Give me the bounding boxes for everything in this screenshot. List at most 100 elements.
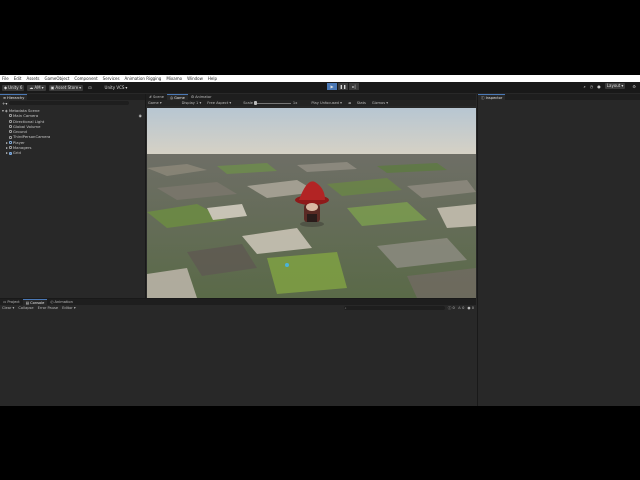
asset-store-label: Asset Store <box>55 84 79 90</box>
console-panel: ▭ Project ▤ Console ◴ Animation Clear ▾ … <box>0 298 476 406</box>
gameobject-icon <box>9 125 12 129</box>
layout-dropdown[interactable]: Layout ▾ <box>604 83 626 89</box>
menu-gameobject[interactable]: GameObject <box>44 75 69 82</box>
collab-button[interactable]: ⊡ <box>86 85 93 91</box>
console-toolbar: Clear ▾ Collapse Error Pause Editor ▾ ⌕ … <box>0 305 476 311</box>
clear-label: Clear <box>2 306 12 310</box>
asset-store-button[interactable]: ▣ Asset Store ▾ <box>48 84 84 91</box>
tab-hierarchy[interactable]: ≡ Hierarchy <box>0 94 28 100</box>
display-label: Display 1 <box>181 101 199 105</box>
user-button[interactable]: ☁ AM ▾ <box>27 84 46 91</box>
play-controls: ▶ ❚❚ ▸| <box>327 83 359 90</box>
gameobject-icon <box>9 135 12 139</box>
chevron-down-icon: ▾ <box>41 84 44 90</box>
store-icon: ▣ <box>50 84 55 90</box>
unity-editor-window: File Edit Assets GameObject Component Se… <box>0 75 640 406</box>
gameobject-icon <box>8 146 12 150</box>
menu-file[interactable]: File <box>2 75 9 82</box>
inspector-panel: ⓘ Inspector <box>477 94 640 406</box>
tab-game[interactable]: ◎ Game <box>166 94 188 100</box>
tab-project[interactable]: ▭ Project <box>0 299 23 305</box>
aspect-dropdown[interactable]: Free Aspect ▾ <box>207 101 231 105</box>
tab-label: Inspector <box>485 95 503 100</box>
scale-handle[interactable] <box>253 101 257 105</box>
user-badge: AM <box>34 84 41 90</box>
log-count-value: 0 <box>452 305 455 310</box>
account-label: Unity 6 <box>8 84 23 90</box>
menu-services[interactable]: Services <box>103 75 120 82</box>
tab-label: Game <box>174 95 185 100</box>
error-count-value: 0 <box>471 306 474 310</box>
prefab-icon <box>8 140 12 144</box>
visibility-icon[interactable]: ◉ <box>139 113 142 118</box>
menu-bar: File Edit Assets GameObject Component Se… <box>0 75 640 82</box>
console-right-tools: ⌕ ⓘ 0 ⚠ 0 ● 0 <box>343 306 474 311</box>
scene-icon: # <box>149 95 153 99</box>
gizmos-dropdown[interactable]: Gizmos ▾ <box>372 101 388 105</box>
scale-label: Scale <box>243 101 253 105</box>
tab-console[interactable]: ▤ Console <box>22 299 48 305</box>
prefab-icon <box>8 151 12 155</box>
menu-mixamo[interactable]: Mixamo <box>166 75 182 82</box>
menu-help[interactable]: Help <box>208 75 217 82</box>
menu-edit[interactable]: Edit <box>14 75 22 82</box>
menu-assets[interactable]: Assets <box>26 75 39 82</box>
gizmos-label: Gizmos <box>371 101 386 105</box>
menu-animation-rigging[interactable]: Animation Rigging <box>125 75 162 82</box>
history-icon[interactable]: ◷ <box>590 84 594 89</box>
scale-value: 1x <box>292 101 298 105</box>
tab-label: Hierarchy <box>7 95 25 100</box>
stats-button[interactable]: Stats <box>357 101 366 105</box>
game-mode-dropdown[interactable]: Game ▾ <box>148 101 162 105</box>
gamepad-icon: ◎ <box>169 95 174 100</box>
game-viewport[interactable] <box>147 108 476 298</box>
hierarchy-item-grid[interactable]: ▸ Grid <box>2 150 145 155</box>
settings-icon[interactable]: ⚙ <box>632 84 636 89</box>
folder-icon: ▭ <box>3 300 7 304</box>
step-button[interactable]: ▸| <box>349 83 359 90</box>
hierarchy-tree: ▾ ◈ Metadata Scene Main Camera ◉ Directi… <box>0 106 145 156</box>
tab-label: Console <box>30 300 45 305</box>
add-icon[interactable]: +▾ <box>2 101 7 106</box>
play-mode-dropdown[interactable]: Play Unfocused ▾ <box>311 101 342 105</box>
collab-icon: ⊡ <box>88 84 92 90</box>
cloud-icon: ☁ <box>29 84 34 90</box>
display-dropdown[interactable]: Display 1 ▾ <box>182 101 202 105</box>
game-view-toolbar: Game ▾ Display 1 ▾ Free Aspect ▾ Scale 1… <box>146 100 476 106</box>
gameobject-icon <box>9 130 12 134</box>
menu-component[interactable]: Component <box>74 75 97 82</box>
error-count[interactable]: ● 0 <box>467 306 474 310</box>
aspect-label: Free Aspect <box>207 101 229 105</box>
tab-animator[interactable]: ⚙ Animator <box>188 94 215 100</box>
toolbar-right: ⌕ ◷ ● Layout ▾ ⚙ <box>584 83 636 89</box>
info-icon: ⓘ <box>481 95 485 100</box>
console-search-input[interactable]: ⌕ <box>343 306 445 310</box>
step-icon: ▸| <box>352 84 356 89</box>
scene-icon: ◈ <box>4 108 8 113</box>
log-count[interactable]: ⓘ 0 <box>448 306 455 311</box>
warning-count-value: 0 <box>462 306 465 310</box>
unity-account-button[interactable]: ◆ Unity 6 <box>2 84 25 91</box>
hierarchy-panel: ≡ Hierarchy +▾ ▾ ◈ Metadata Scene Main C… <box>0 94 146 298</box>
tab-animation[interactable]: ◴ Animation <box>47 299 75 305</box>
mute-icon[interactable]: ◄ <box>348 101 351 105</box>
vcs-button[interactable]: Unity VCS ▾ <box>103 85 130 91</box>
tab-label: Animation <box>54 300 73 304</box>
scale-slider[interactable]: Scale 1x <box>243 101 297 105</box>
scale-track <box>253 101 291 105</box>
menu-window[interactable]: Window <box>187 75 203 82</box>
pause-button[interactable]: ❚❚ <box>338 83 348 90</box>
search-icon[interactable]: ⌕ <box>584 84 586 89</box>
layout-label: Layout <box>606 83 621 88</box>
tab-inspector[interactable]: ⓘ Inspector <box>478 94 506 100</box>
clear-button[interactable]: Clear ▾ <box>2 306 14 310</box>
editor-dropdown[interactable]: Editor ▾ <box>62 306 76 310</box>
play-button[interactable]: ▶ <box>327 83 337 90</box>
tab-scene[interactable]: # Scene <box>146 94 167 100</box>
warning-count[interactable]: ⚠ 0 <box>458 306 465 310</box>
error-pause-button[interactable]: Error Pause <box>38 306 58 310</box>
collapse-button[interactable]: Collapse <box>18 306 33 310</box>
sky <box>147 108 476 158</box>
account-icon[interactable]: ● <box>597 84 601 89</box>
hierarchy-search-input[interactable] <box>9 101 130 105</box>
